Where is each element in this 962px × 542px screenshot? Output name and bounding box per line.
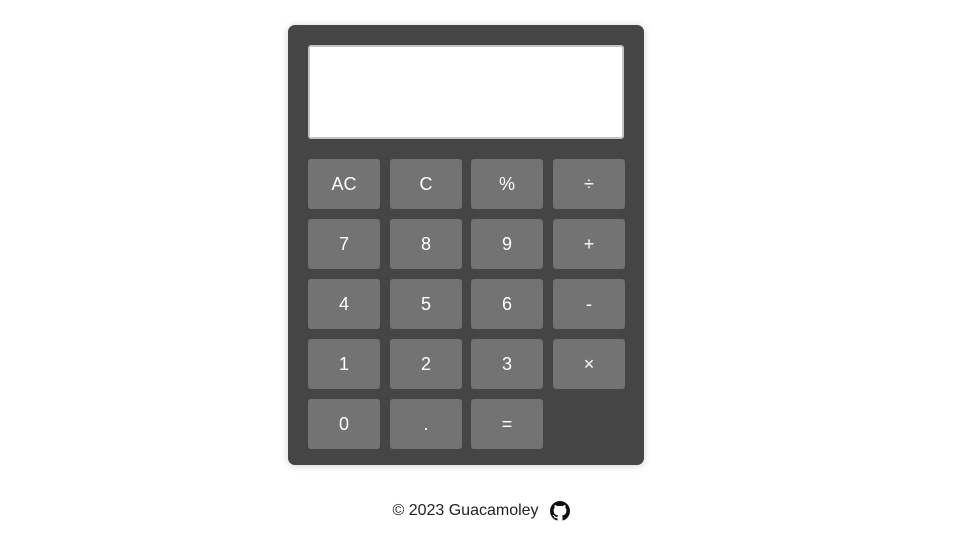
digit-8-button[interactable]: 8 [390,219,462,269]
calculator: AC C% ÷ 7 8 9 +4 5 6- 1 2 3 × 0. = [288,25,644,465]
decimal-button[interactable]: . [390,399,462,449]
calculator-display[interactable] [308,45,624,139]
footer: © 2023 Guacamoley [0,498,962,524]
divide-button[interactable]: ÷ [553,159,625,209]
digit-4-button[interactable]: 4 [308,279,380,329]
digit-7-button[interactable]: 7 [308,219,380,269]
percent-button[interactable]: % [471,159,543,209]
subtract-button[interactable]: - [553,279,625,329]
digit-6-button[interactable]: 6 [471,279,543,329]
digit-0-button[interactable]: 0 [308,399,380,449]
all-clear-button[interactable]: AC [308,159,380,209]
keypad: AC C% ÷ 7 8 9 +4 5 6- 1 2 3 × 0. = [308,159,625,449]
page: AC C% ÷ 7 8 9 +4 5 6- 1 2 3 × 0. = © 2023 Guacamoley [0,0,962,542]
github-icon [549,501,570,521]
copyright-text: © 2023 Guacamoley [392,502,539,519]
digit-3-button[interactable]: 3 [471,339,543,389]
multiply-button[interactable]: × [553,339,625,389]
clear-button[interactable]: C [390,159,462,209]
digit-9-button[interactable]: 9 [471,219,543,269]
digit-5-button[interactable]: 5 [390,279,462,329]
github-link[interactable] [548,501,570,521]
digit-1-button[interactable]: 1 [308,339,380,389]
equals-button[interactable]: = [471,399,543,449]
digit-2-button[interactable]: 2 [390,339,462,389]
add-button[interactable]: + [553,219,625,269]
